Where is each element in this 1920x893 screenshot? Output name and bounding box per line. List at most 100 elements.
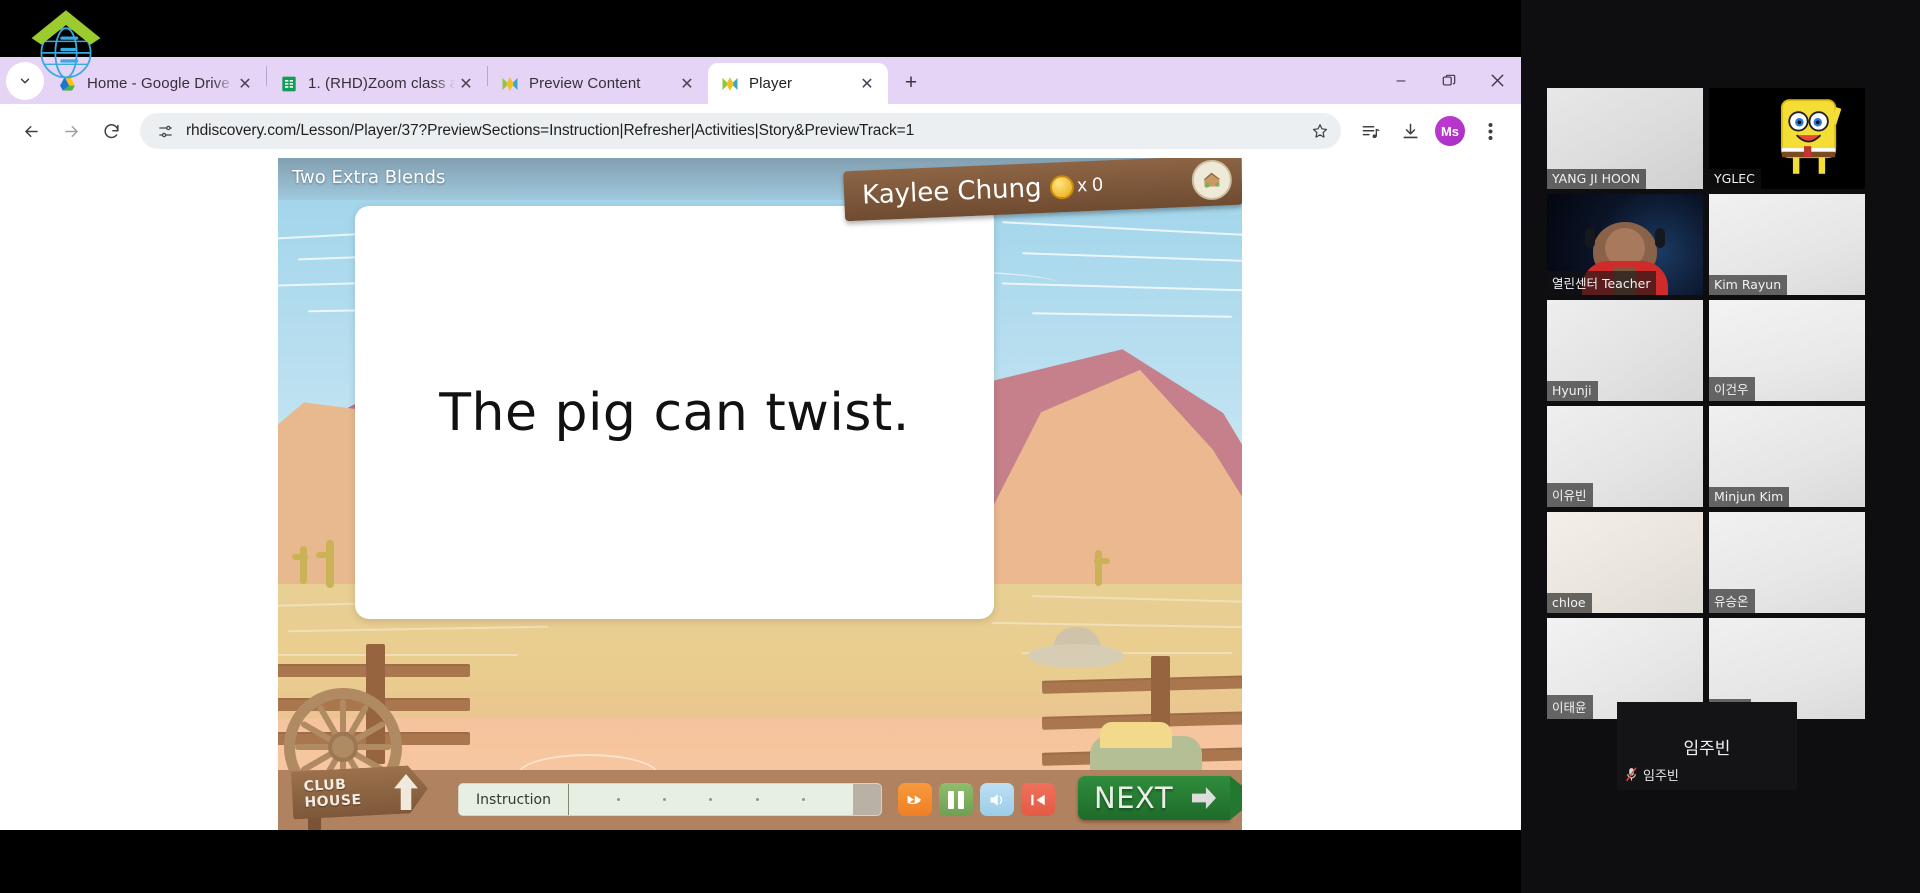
- self-name-text: 임주빈: [1643, 769, 1679, 784]
- close-icon[interactable]: ✕: [676, 73, 698, 95]
- speaker-icon: [990, 793, 1003, 806]
- more-menu-icon[interactable]: [1471, 112, 1509, 150]
- window-controls: –: [1377, 57, 1521, 104]
- restart-button[interactable]: [1021, 783, 1055, 816]
- tab-title: Home - Google Drive: [87, 75, 230, 92]
- browser-tab-zoom-attendance[interactable]: 1. (RHD)Zoom class attendanc ✕: [267, 63, 487, 104]
- pause-button[interactable]: [939, 783, 973, 816]
- close-window-button[interactable]: [1473, 61, 1521, 101]
- cowboy-hat: [1028, 626, 1124, 668]
- avatar-initials: Ms: [1435, 116, 1465, 146]
- forward-icon[interactable]: [52, 112, 90, 150]
- self-display-name: 임주빈: [1683, 738, 1731, 759]
- student-name: Kaylee Chung: [861, 173, 1043, 211]
- zoom-tile[interactable]: 이유빈: [1547, 406, 1703, 507]
- next-button[interactable]: NEXT: [1078, 776, 1242, 820]
- chrome-browser-window: Home - Google Drive ✕ 1. (RHD)Zoom class…: [0, 57, 1521, 830]
- reading-list-icon[interactable]: [1351, 112, 1389, 150]
- next-label: NEXT: [1094, 781, 1174, 815]
- progress-dot[interactable]: [616, 798, 620, 801]
- screen: Home - Google Drive ✕ 1. (RHD)Zoom class…: [0, 0, 1920, 893]
- fast-forward-icon: [907, 795, 921, 805]
- progress-dot[interactable]: [663, 798, 667, 801]
- spongebob-avatar: [1780, 99, 1842, 174]
- cactus-icon: [292, 554, 308, 560]
- clubhouse-home-icon[interactable]: [1190, 159, 1233, 201]
- self-name-badge: 임주빈: [1625, 765, 1679, 784]
- skip-animation-button[interactable]: [898, 783, 932, 816]
- participant-name: YANG JI HOON: [1547, 169, 1647, 189]
- coin-icon: [1048, 174, 1074, 200]
- pause-icon: [958, 790, 964, 809]
- cactus-icon: [1094, 558, 1110, 564]
- zoom-tile[interactable]: 이건우: [1709, 300, 1865, 401]
- participant-name: Kim Rayun: [1709, 275, 1788, 295]
- progress-dot[interactable]: [802, 798, 806, 801]
- participant-name: Hyunji: [1547, 381, 1598, 401]
- progress-track[interactable]: [569, 784, 853, 815]
- zoom-tile[interactable]: 유승온: [1709, 512, 1865, 613]
- pause-icon: [948, 790, 954, 809]
- reload-icon[interactable]: [92, 112, 130, 150]
- participant-name: Minjun Kim: [1709, 487, 1790, 507]
- browser-tab-google-drive[interactable]: Home - Google Drive ✕: [46, 63, 266, 104]
- tab-strip: Home - Google Drive ✕ 1. (RHD)Zoom class…: [0, 57, 1521, 104]
- google-drive-icon: [58, 74, 77, 93]
- browser-tab-preview-content[interactable]: Preview Content ✕: [488, 63, 708, 104]
- progress-dot[interactable]: [709, 798, 713, 801]
- new-tab-button[interactable]: +: [894, 66, 928, 100]
- lesson-progress-bar[interactable]: Instruction: [458, 783, 882, 816]
- browser-tab-player[interactable]: Player ✕: [708, 63, 888, 104]
- address-bar[interactable]: rhdiscovery.com/Lesson/Player/37?Preview…: [140, 113, 1341, 149]
- downloads-icon[interactable]: [1391, 112, 1429, 150]
- participant-name: 이건우: [1709, 377, 1755, 401]
- google-sheets-icon: [279, 74, 298, 93]
- close-icon[interactable]: ✕: [234, 73, 256, 95]
- audio-replay-button[interactable]: [980, 783, 1014, 816]
- tab-title: Player: [749, 75, 793, 92]
- close-icon[interactable]: ✕: [455, 73, 477, 95]
- rhdiscovery-icon: [720, 74, 739, 93]
- back-icon[interactable]: [12, 112, 50, 150]
- participant-name: 열린센터 Teacher: [1547, 271, 1657, 295]
- zoom-tile[interactable]: Hyunji: [1547, 300, 1703, 401]
- cactus-icon: [326, 540, 334, 588]
- zoom-tile[interactable]: chloe: [1547, 512, 1703, 613]
- participant-name: YGLEC: [1709, 169, 1761, 189]
- zoom-participant-panel: YANG JI HOON YGLEC 열린센터 Teacher Kim Rayu…: [1521, 0, 1920, 893]
- progress-dot[interactable]: [755, 798, 759, 801]
- zoom-tile-active-speaker[interactable]: 열린센터 Teacher: [1547, 194, 1703, 295]
- close-icon[interactable]: ✕: [856, 73, 878, 95]
- browser-toolbar: rhdiscovery.com/Lesson/Player/37?Preview…: [0, 104, 1521, 158]
- playback-controls: [898, 783, 1055, 816]
- lesson-title: Two Extra Blends: [292, 167, 446, 188]
- zoom-tile[interactable]: YGLEC: [1709, 88, 1865, 189]
- tune-settings-icon[interactable]: [152, 118, 178, 144]
- maximize-button[interactable]: [1425, 61, 1473, 101]
- player-footer-toolbar: CLUB HOUSE Instruction NEXT: [278, 770, 1242, 830]
- rhdiscovery-icon: [500, 74, 519, 93]
- participant-name: chloe: [1547, 593, 1592, 613]
- progress-end-cap: [853, 784, 881, 815]
- coin-count: x 0: [1077, 174, 1104, 197]
- page-viewport: The pig can twist. Two Extra Blends Kayl…: [0, 158, 1521, 830]
- star-icon[interactable]: [1305, 116, 1335, 146]
- tab-search-icon[interactable]: [6, 62, 44, 100]
- clubhouse-signpost-button[interactable]: CLUB HOUSE: [286, 764, 436, 830]
- participant-name: 이유빈: [1547, 483, 1593, 507]
- participant-name: 유승온: [1709, 589, 1755, 613]
- zoom-tile[interactable]: Minjun Kim: [1709, 406, 1865, 507]
- minimize-button[interactable]: –: [1377, 61, 1425, 101]
- zoom-tile[interactable]: YANG JI HOON: [1547, 88, 1703, 189]
- cactus-icon: [1095, 550, 1102, 586]
- profile-avatar[interactable]: Ms: [1431, 112, 1469, 150]
- cactus-icon: [300, 546, 307, 584]
- zoom-self-tile[interactable]: 임주빈 임주빈: [1617, 702, 1797, 790]
- tab-title: Preview Content: [529, 75, 641, 92]
- url-text: rhdiscovery.com/Lesson/Player/37?Preview…: [186, 122, 915, 139]
- lesson-content-card: The pig can twist.: [355, 206, 994, 619]
- arrow-right-icon: [1192, 787, 1216, 809]
- zoom-tile[interactable]: Kim Rayun: [1709, 194, 1865, 295]
- lesson-player-stage: The pig can twist. Two Extra Blends Kayl…: [278, 158, 1242, 830]
- zoom-video-grid: YANG JI HOON YGLEC 열린센터 Teacher Kim Rayu…: [1547, 88, 1865, 724]
